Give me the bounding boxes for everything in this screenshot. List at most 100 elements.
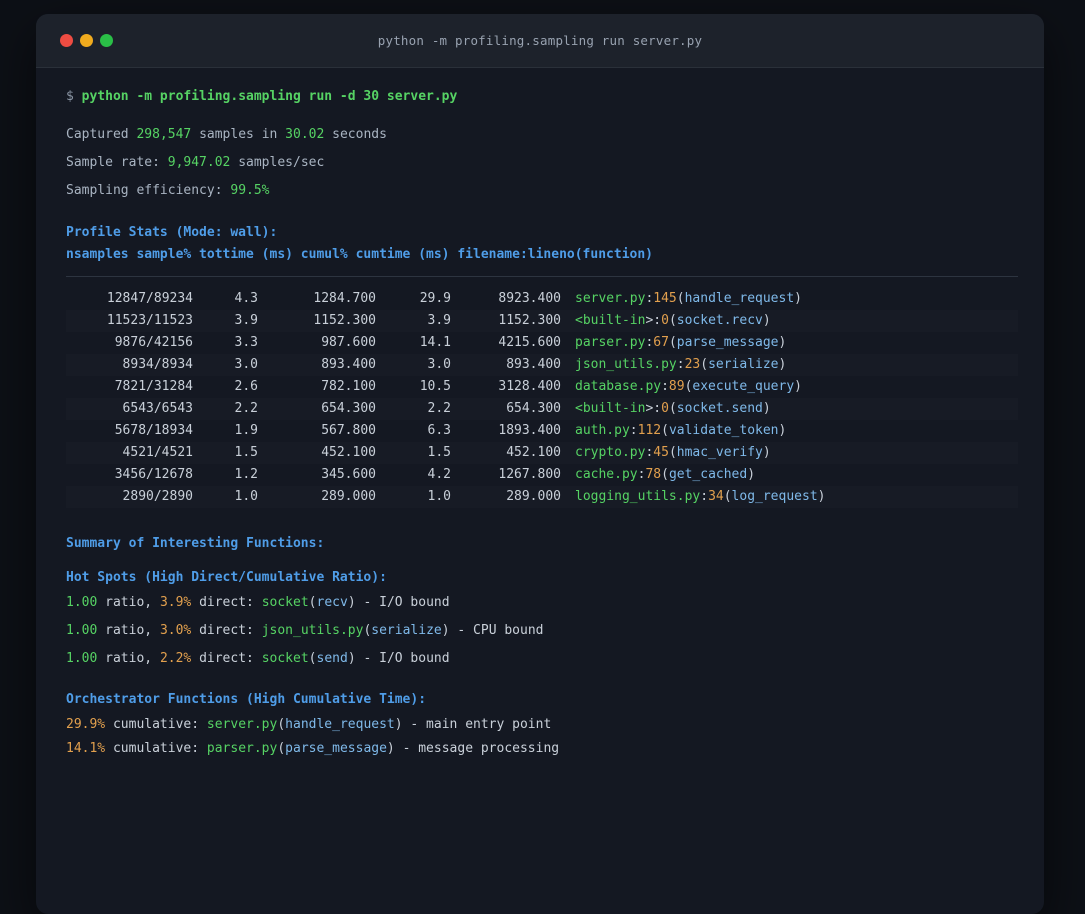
text-segment: ) [778, 335, 787, 350]
stats-column-header: nsamples sample% tottime (ms) cumul% cum… [66, 244, 1018, 266]
stats-cell: 567.800 [321, 423, 376, 438]
stats-cell: 1152.300 [498, 313, 561, 328]
zoom-button[interactable] [100, 34, 113, 47]
minimize-button[interactable] [80, 34, 93, 47]
text-segment: cache.py [575, 467, 638, 482]
text-segment: ( [668, 401, 677, 416]
stats-cell: 6543/6543 [122, 401, 193, 416]
stats-cell: 2.2 [234, 401, 258, 416]
summary-heading: Summary of Interesting Functions: [66, 533, 1018, 555]
stats-function: <built-in>:0(socket.recv) [575, 313, 771, 328]
stats-cell: 893.400 [321, 357, 376, 372]
text-segment: 23 [684, 357, 701, 372]
stats-cell: 9876/42156 [114, 335, 193, 350]
text-segment: ( [668, 313, 677, 328]
hot-spot-line: 1.00 ratio, 3.9% direct: socket(recv) - … [66, 592, 1018, 614]
window-title: python -m profiling.sampling run server.… [377, 33, 703, 48]
text-segment: ) [762, 401, 771, 416]
text-segment: : [700, 489, 709, 504]
text-segment: 99.5% [230, 183, 270, 198]
text-segment: ) [778, 357, 787, 372]
text-segment: cumulative: [105, 717, 207, 732]
stats-cell: 782.100 [321, 379, 376, 394]
text-segment: socket [261, 595, 309, 610]
hot-spot-line: 1.00 ratio, 2.2% direct: socket(send) - … [66, 648, 1018, 670]
stats-cell: 987.600 [321, 335, 376, 350]
text-segment: ratio, [97, 595, 160, 610]
hot-spots-heading: Hot Spots (High Direct/Cumulative Ratio)… [66, 567, 1018, 589]
text-segment: direct: [191, 595, 262, 610]
text-segment: socket.send [676, 401, 763, 416]
text-segment: ) [778, 423, 787, 438]
text-segment: handle_request [285, 717, 395, 732]
text-segment: 3.9% [159, 595, 192, 610]
orchestrator-heading: Orchestrator Functions (High Cumulative … [66, 689, 1018, 711]
text-segment: server.py [575, 291, 646, 306]
stats-cell: 654.300 [321, 401, 376, 416]
text-segment: serialize [708, 357, 779, 372]
text-segment: ) [817, 489, 826, 504]
text-segment: python -m profiling.sampling run -d 30 s… [81, 89, 458, 104]
stats-cell: 4215.600 [498, 335, 561, 350]
text-segment: execute_query [692, 379, 795, 394]
text-segment: 30.02 [285, 127, 325, 142]
stats-function: server.py:145(handle_request) [575, 291, 802, 306]
stats-function: parser.py:67(parse_message) [575, 335, 786, 350]
traffic-lights [60, 14, 113, 67]
text-segment: samples in [191, 127, 286, 142]
stats-function: cache.py:78(get_cached) [575, 467, 755, 482]
text-segment: 14.1% [66, 741, 106, 756]
text-segment: ) [794, 379, 802, 394]
text-segment: Captured [66, 127, 137, 142]
stats-cell: 3456/12678 [114, 467, 193, 482]
text-segment: ) [441, 623, 450, 638]
text-segment: Profile Stats (Mode: wall): [66, 225, 278, 240]
stats-cell: 11523/11523 [106, 313, 193, 328]
text-segment: 298,547 [136, 127, 192, 142]
text-segment: serialize [371, 623, 442, 638]
stats-function: auth.py:112(validate_token) [575, 423, 786, 438]
stats-cell: 1.0 [234, 489, 258, 504]
text-segment: ( [676, 291, 685, 306]
text-segment: parse_message [285, 741, 387, 756]
text-segment: 29.9% [66, 717, 106, 732]
text-segment: parse_message [676, 335, 779, 350]
text-segment: 112 [637, 423, 662, 438]
sampling-efficiency-line: Sampling efficiency: 99.5% [66, 180, 1018, 202]
stats-cell: 1267.800 [498, 467, 561, 482]
stats-divider [66, 276, 1018, 277]
stats-row: 6543/6543 2.2 654.300 2.2 654.300 <built-in>:… [66, 398, 1018, 420]
command-line: $ python -m profiling.sampling run -d 30… [66, 86, 1018, 108]
text-segment: : [676, 357, 685, 372]
text-segment: ) [762, 313, 771, 328]
stats-cell: 12847/89234 [106, 291, 193, 306]
text-segment: Hot Spots (High Direct/Cumulative Ratio)… [66, 570, 387, 585]
text-segment: recv [316, 595, 348, 610]
text-segment: validate_token [668, 423, 779, 438]
hot-spot-line: 1.00 ratio, 3.0% direct: json_utils.py(s… [66, 620, 1018, 642]
text-segment: 3.0% [159, 623, 192, 638]
text-segment: Summary of Interesting Functions: [66, 536, 325, 551]
stats-row: 11523/11523 3.9 1152.300 3.9 1152.300 <built-… [66, 310, 1018, 332]
stats-cell: 3128.400 [498, 379, 561, 394]
text-segment: socket.recv [676, 313, 763, 328]
close-button[interactable] [60, 34, 73, 47]
text-segment: 1.00 [66, 595, 98, 610]
text-segment: ) [747, 467, 756, 482]
text-segment: hmac_verify [676, 445, 763, 460]
stats-row: 4521/4521 1.5 452.100 1.5 452.100 crypto.py:4… [66, 442, 1018, 464]
text-segment: ( [277, 717, 286, 732]
text-segment: <built-in [575, 401, 646, 416]
text-segment: ( [661, 467, 669, 482]
stats-cell: 3.0 [427, 357, 451, 372]
stats-cell: 3.9 [234, 313, 258, 328]
stats-cell: 2890/2890 [122, 489, 193, 504]
text-segment: ( [700, 357, 709, 372]
text-segment: $ [66, 89, 82, 104]
stats-cell: 8923.400 [498, 291, 561, 306]
text-segment: 45 [653, 445, 669, 460]
text-segment: ( [308, 595, 317, 610]
hot-spots-list: 1.00 ratio, 3.9% direct: socket(recv) - … [66, 592, 1018, 670]
text-segment: seconds [324, 127, 387, 142]
text-segment: ) [347, 595, 356, 610]
